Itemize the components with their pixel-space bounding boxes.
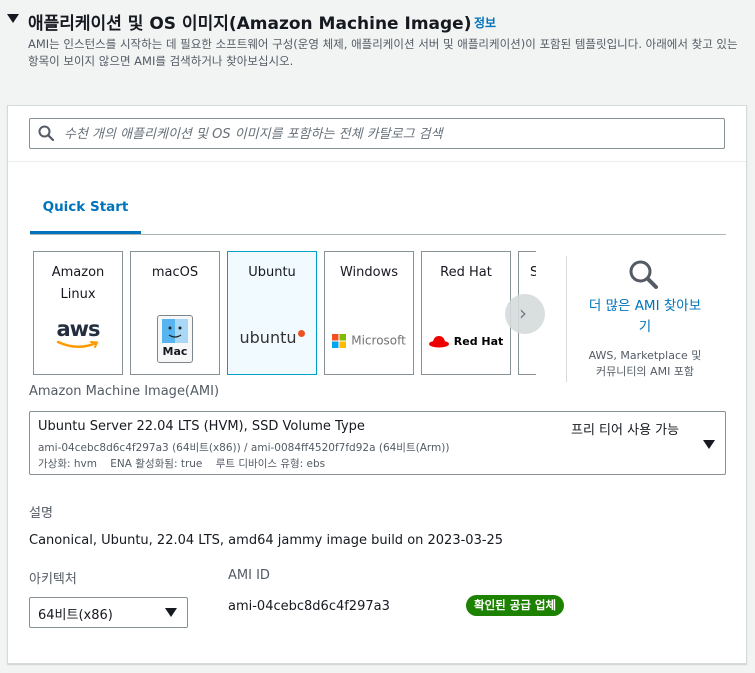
section-description: AMI는 인스턴스를 시작하는 데 필요한 소프트웨어 구성(운영 체제, 애플… <box>28 37 738 68</box>
tile-ubuntu[interactable]: Ubuntu ubuntu <box>227 251 317 375</box>
browse-more-ami-subtext: AWS, Marketplace 및 커뮤니티의 AMI 포함 <box>588 349 702 378</box>
info-link[interactable]: 정보 <box>474 14 496 31</box>
aws-logo-icon: aws <box>34 318 122 350</box>
ami-label: Amazon Machine Image(AMI) <box>29 384 220 399</box>
ami-panel: Quick Start Amazon Linux aws macOS <box>7 105 747 664</box>
ami-select[interactable]: Ubuntu Server 22.04 LTS (HVM), SSD Volum… <box>29 411 726 475</box>
section-title: 애플리케이션 및 OS 이미지(Amazon Machine Image) <box>28 14 472 34</box>
tile-label: Windows <box>339 265 399 280</box>
section-header: 애플리케이션 및 OS 이미지(Amazon Machine Image) 정보… <box>0 0 755 90</box>
divider <box>566 256 567 382</box>
search-icon <box>629 260 658 289</box>
search-icon <box>38 125 54 141</box>
description-value: Canonical, Ubuntu, 22.04 LTS, amd64 jamm… <box>29 533 504 548</box>
ubuntu-logo-icon: ubuntu <box>228 328 316 347</box>
next-tiles-button[interactable]: › <box>505 294 545 334</box>
architecture-select[interactable]: 64비트(x86) <box>29 597 188 628</box>
ami-id-value: ami-04cebc8d6c4f297a3 <box>228 599 390 614</box>
ami-name: Ubuntu Server 22.04 LTS (HVM), SSD Volum… <box>38 419 365 434</box>
tab-divider <box>30 234 726 235</box>
caret-down-icon <box>703 440 715 449</box>
chevron-right-icon: › <box>519 301 527 325</box>
search-input[interactable] <box>62 122 716 146</box>
architecture-value: 64비트(x86) <box>38 608 113 623</box>
description-label: 설명 <box>29 506 53 521</box>
tile-windows[interactable]: Windows Microsoft <box>324 251 414 375</box>
tile-amazon-linux[interactable]: Amazon Linux aws <box>33 251 123 375</box>
tile-label: Red Hat <box>440 265 492 280</box>
mac-logo-icon: Mac <box>131 315 219 363</box>
free-tier-label: 프리 티어 사용 가능 <box>571 423 680 438</box>
architecture-label: 아키텍처 <box>29 572 77 587</box>
divider <box>8 161 746 162</box>
microsoft-logo-icon: Microsoft <box>325 330 413 349</box>
tile-red-hat[interactable]: Red Hat Red Hat <box>421 251 511 375</box>
tile-label: Ubuntu <box>248 265 296 280</box>
ami-id-label: AMI ID <box>228 568 270 583</box>
os-tiles: Amazon Linux aws macOS Mac Ubuntu ubuntu… <box>33 251 536 378</box>
caret-down-icon <box>165 608 177 617</box>
collapse-caret-icon[interactable] <box>7 14 19 23</box>
tab-quick-start[interactable]: Quick Start <box>30 190 141 234</box>
tile-label: S <box>530 265 536 280</box>
redhat-logo-icon: Red Hat <box>422 331 510 350</box>
catalog-search[interactable] <box>29 118 725 149</box>
ami-ids: ami-04cebc8d6c4f297a3 (64비트(x86)) / ami-… <box>38 442 450 454</box>
tile-macos[interactable]: macOS Mac <box>130 251 220 375</box>
browse-more-ami-link[interactable]: 더 많은 AMI 찾아보 기 <box>580 296 710 338</box>
verified-provider-badge: 확인된 공급 업체 <box>466 595 565 616</box>
tile-label: Amazon Linux <box>51 265 105 302</box>
tile-label: macOS <box>151 265 199 280</box>
ami-meta: 가상화: hvm ENA 활성화됨: true 루트 디바이스 유형: ebs <box>38 458 326 470</box>
